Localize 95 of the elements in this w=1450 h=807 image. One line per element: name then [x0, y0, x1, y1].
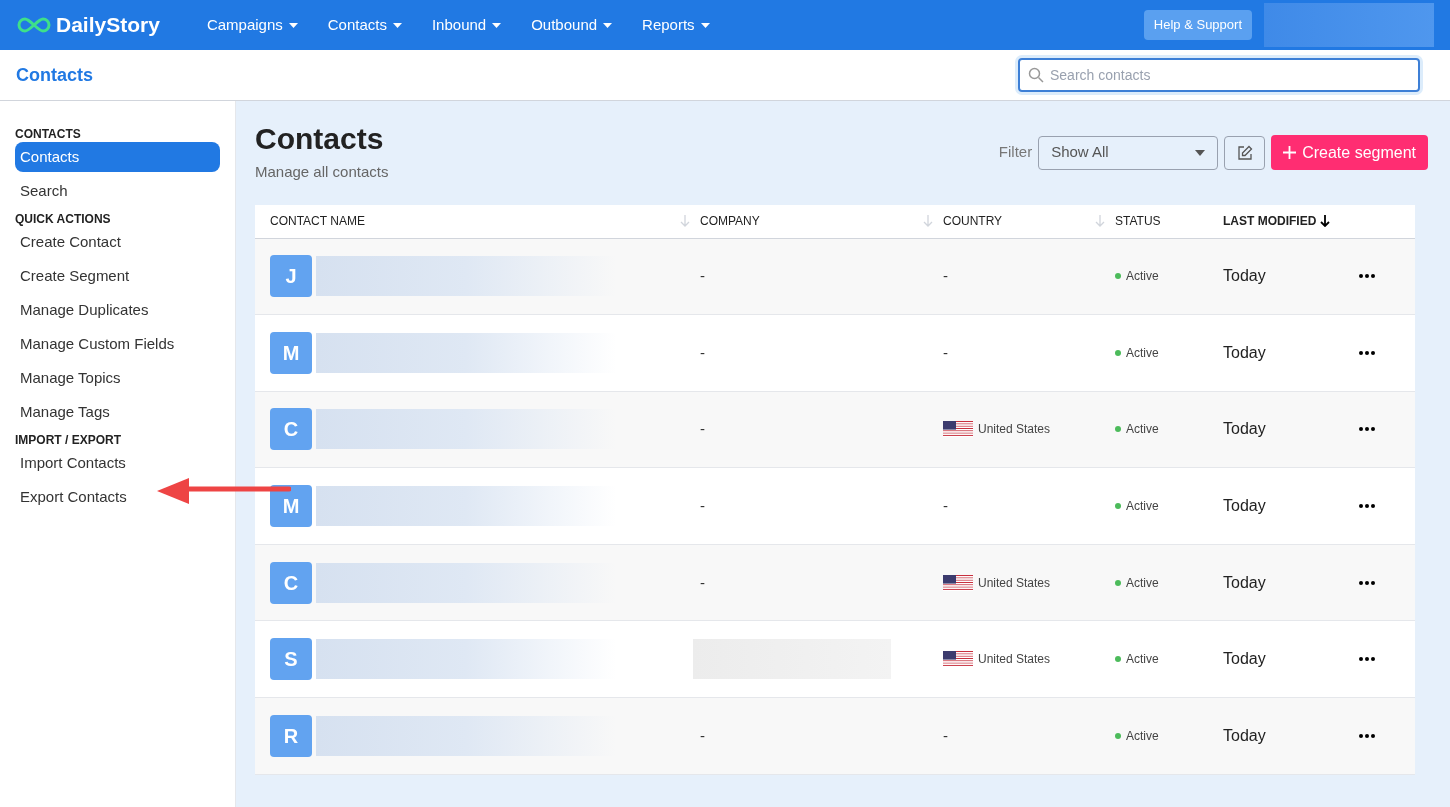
nav-menu[interactable]: Inbound — [416, 13, 517, 37]
status-cell-text: Active — [1126, 421, 1159, 439]
modified-cell-text: Today — [1223, 725, 1267, 746]
modified-cell-text: Today — [1223, 266, 1267, 287]
country-cell-text: United States — [978, 421, 1051, 439]
nav-menu[interactable]: Contacts — [312, 13, 417, 37]
status-cell-text: Active — [1126, 574, 1159, 592]
column-header[interactable]: COMPANY — [700, 212, 760, 230]
nav-menu[interactable]: Outbound — [516, 13, 628, 37]
more-actions-icon[interactable] — [1359, 504, 1375, 509]
status-dot-icon — [1115, 273, 1121, 280]
search-field[interactable]: Search contacts — [1018, 58, 1420, 92]
status-cell-text: Active — [1126, 651, 1159, 669]
company-cell: - — [700, 343, 705, 361]
more-actions-icon[interactable] — [1359, 274, 1375, 279]
more-actions-icon[interactable] — [1359, 350, 1375, 355]
more-actions-icon[interactable] — [1359, 657, 1375, 662]
company-cell: - — [700, 726, 705, 744]
status-cell-text: Active — [1126, 498, 1159, 516]
status-cell-text: Active — [1126, 344, 1159, 362]
country-cell-text: United States — [978, 651, 1051, 669]
status-dot-icon — [1115, 503, 1121, 510]
caret-icon — [603, 22, 613, 28]
avatar: S — [270, 638, 312, 681]
page-subtitle: Manage all contacts — [255, 162, 389, 182]
nav-menu[interactable]: Campaigns — [191, 13, 313, 37]
company-cell: - — [700, 420, 705, 438]
sidebar-item[interactable]: Manage Custom Fields — [15, 329, 220, 359]
status-cell-text: Active — [1126, 268, 1159, 286]
modified-cell-text: Today — [1223, 649, 1267, 670]
avatar: C — [270, 408, 312, 451]
sidebar-item[interactable]: Export Contacts — [15, 482, 220, 512]
sidebar-item[interactable]: Create Segment — [15, 261, 220, 291]
modified-cell-text: Today — [1223, 342, 1267, 363]
table-row[interactable]: R - - Active Today — [255, 698, 1415, 775]
nav-menu[interactable]: Reports — [627, 13, 725, 37]
section-title: Contacts — [16, 63, 93, 87]
plus-icon — [1283, 146, 1297, 159]
column-header[interactable]: LAST MODIFIED — [1223, 212, 1317, 230]
caret-icon — [492, 22, 502, 28]
country-cell-text: - — [943, 266, 948, 287]
sidebar-item[interactable]: Search — [15, 176, 220, 206]
sidebar-heading: CONTACTS — [15, 126, 82, 141]
status-dot-icon — [1115, 656, 1121, 663]
sidebar-item[interactable]: Contacts — [15, 142, 220, 172]
filter-label: Filter — [998, 142, 1033, 163]
caret-icon — [392, 22, 402, 28]
status-dot-icon — [1115, 349, 1121, 356]
country-cell-text: - — [943, 725, 948, 746]
modified-cell-text: Today — [1223, 572, 1267, 593]
table-row[interactable]: C - United States Active Today — [255, 391, 1415, 469]
sidebar-item[interactable]: Manage Tags — [15, 397, 220, 427]
status-dot-icon — [1115, 579, 1121, 586]
avatar: R — [270, 714, 312, 757]
column-header[interactable]: CONTACT NAME — [270, 212, 365, 230]
table-row[interactable]: C - United States Active Today — [255, 544, 1415, 622]
status-dot-icon — [1115, 732, 1121, 739]
avatar: C — [270, 561, 312, 604]
search-icon — [1028, 67, 1044, 83]
company-cell: - — [700, 573, 705, 591]
caret-icon — [1195, 149, 1206, 156]
modified-cell-text: Today — [1223, 496, 1267, 517]
modified-cell-text: Today — [1223, 419, 1267, 440]
sidebar-item[interactable]: Manage Duplicates — [15, 295, 220, 325]
status-cell-text: Active — [1126, 727, 1159, 745]
sidebar-item[interactable]: Import Contacts — [15, 448, 220, 478]
caret-icon — [288, 22, 298, 28]
country-cell-text: United States — [978, 574, 1051, 592]
edit-icon — [1236, 144, 1253, 161]
sidebar-heading: IMPORT / EXPORT — [15, 432, 122, 447]
company-cell: - — [700, 267, 705, 285]
brand-name: DailyStory — [56, 12, 160, 39]
country-cell-text: - — [943, 342, 948, 363]
more-actions-icon[interactable] — [1359, 580, 1375, 585]
status-dot-icon — [1115, 426, 1121, 433]
more-actions-icon[interactable] — [1359, 733, 1375, 738]
company-cell: - — [700, 497, 705, 515]
column-header[interactable]: COUNTRY — [943, 212, 1003, 230]
avatar: M — [270, 485, 312, 528]
sidebar-heading: QUICK ACTIONS — [15, 211, 112, 226]
country-cell-text: - — [943, 495, 948, 516]
column-header[interactable]: STATUS — [1115, 212, 1161, 230]
avatar: J — [270, 255, 312, 298]
sidebar-item[interactable]: Create Contact — [15, 227, 220, 257]
table-row[interactable]: J - - Active Today — [255, 238, 1415, 316]
sidebar-item[interactable]: Manage Topics — [15, 363, 220, 393]
page-title: Contacts — [255, 121, 385, 157]
more-actions-icon[interactable] — [1359, 427, 1375, 432]
caret-icon — [700, 22, 710, 28]
filter-dropdown[interactable]: Show All — [1038, 135, 1219, 170]
avatar: M — [270, 331, 312, 374]
create-segment-button[interactable]: Create segment — [1271, 135, 1428, 170]
sort-arrow-icon[interactable] — [1320, 215, 1331, 227]
edit-button[interactable] — [1224, 135, 1266, 170]
logo-icon — [16, 16, 52, 34]
